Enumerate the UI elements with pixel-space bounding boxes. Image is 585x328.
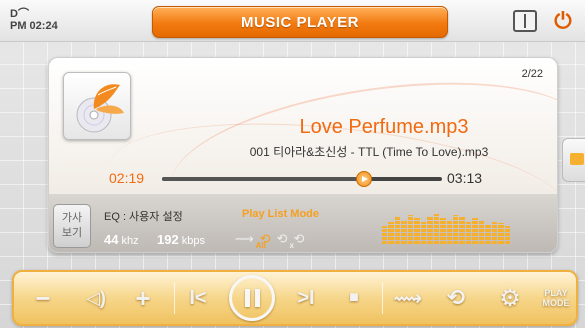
sample-rate-value: 44 bbox=[104, 232, 119, 247]
eq-bar bbox=[414, 218, 420, 244]
eq-bar bbox=[472, 218, 478, 244]
volume-icon[interactable]: ◁) bbox=[76, 272, 116, 324]
repeat-all-icon: All ⟲ bbox=[255, 231, 271, 250]
bitrate-unit: kbps bbox=[181, 235, 206, 247]
divider bbox=[174, 282, 175, 314]
alarm-icon: D⌒ bbox=[10, 8, 29, 20]
eq-bar bbox=[452, 215, 459, 244]
playlist-mode-icons: ⟿ All ⟲ ⟲ x ⟲ bbox=[235, 230, 305, 250]
sequential-button[interactable]: ⟿ bbox=[388, 272, 428, 324]
sample-rate-unit: khz bbox=[121, 235, 139, 247]
repeat-one-icon: ⟲ bbox=[276, 231, 288, 246]
total-time: 03:13 bbox=[447, 170, 483, 186]
eq-bar bbox=[420, 221, 427, 244]
status-bar: D⌒ PM 02:24 MUSIC PLAYER ⏻ bbox=[0, 0, 585, 42]
song-subtitle: 001 티아라&초신성 - TTL (Time To Love).mp3 bbox=[249, 145, 489, 159]
screen-mode-icon[interactable] bbox=[513, 10, 537, 32]
settings-gear-icon[interactable]: ⚙ bbox=[490, 272, 530, 324]
play-mode-button[interactable]: PLAY MODE bbox=[534, 272, 578, 324]
current-time: 02:19 bbox=[109, 170, 145, 186]
pause-button[interactable] bbox=[229, 275, 275, 321]
eq-bar bbox=[407, 215, 414, 244]
bitrate-value: 192 bbox=[157, 232, 179, 247]
lyrics-button[interactable]: 가사 보기 bbox=[53, 204, 91, 248]
eq-bar bbox=[388, 221, 394, 244]
progress-fill bbox=[162, 177, 364, 181]
eq-bar bbox=[459, 216, 465, 244]
eq-bar bbox=[427, 216, 433, 244]
repeat-all-label: All bbox=[255, 241, 266, 250]
eq-bar bbox=[382, 226, 388, 244]
next-button[interactable]: >I bbox=[286, 272, 326, 324]
eq-bar bbox=[504, 226, 511, 244]
side-tab[interactable] bbox=[562, 138, 585, 182]
progress-thumb[interactable] bbox=[355, 171, 372, 187]
stop-button[interactable]: ■ bbox=[336, 272, 372, 324]
playlist-mode-label: Play List Mode bbox=[242, 208, 320, 220]
eq-setting: EQ : 사용자 설정 bbox=[104, 211, 183, 223]
volume-up-button[interactable]: + bbox=[126, 272, 160, 324]
eq-bar bbox=[433, 213, 440, 244]
sample-rate: 44 khz bbox=[104, 232, 139, 247]
clock: PM 02:24 bbox=[10, 20, 58, 32]
eq-bar bbox=[491, 221, 498, 244]
eq-bar bbox=[394, 216, 401, 244]
progress-bar[interactable] bbox=[162, 171, 442, 187]
shuffle-label: x bbox=[289, 241, 294, 250]
track-index: 2/22 bbox=[521, 68, 543, 80]
power-icon[interactable]: ⏻ bbox=[550, 8, 576, 34]
sequential-mode-icon: ⟿ bbox=[235, 231, 254, 246]
eq-bar bbox=[465, 221, 472, 244]
repeat-button[interactable]: ⟲ bbox=[436, 272, 476, 324]
album-art bbox=[63, 72, 131, 140]
song-title: Love Perfume.mp3 bbox=[299, 116, 469, 138]
eq-bar bbox=[446, 220, 452, 244]
equalizer-visualizer bbox=[382, 212, 511, 244]
eq-bar bbox=[440, 218, 446, 244]
cd-butterfly-icon bbox=[76, 84, 124, 133]
lyrics-button-label: 가사 보기 bbox=[61, 212, 83, 239]
now-playing-card: 2/22 Love Perfume.mp3 001 티아라&초신성 - TTL … bbox=[48, 57, 558, 253]
previous-button[interactable]: I< bbox=[178, 272, 218, 324]
bitrate: 192 kbps bbox=[157, 232, 205, 247]
eq-bar bbox=[478, 220, 485, 244]
title-bar: MUSIC PLAYER bbox=[152, 6, 448, 38]
volume-down-button[interactable]: − bbox=[26, 272, 60, 324]
divider bbox=[382, 282, 383, 314]
page-title: MUSIC PLAYER bbox=[241, 14, 359, 31]
shuffle-mode-icon: x ⟲ bbox=[289, 231, 305, 250]
eq-bar bbox=[485, 224, 491, 244]
eq-bar bbox=[401, 220, 407, 244]
folder-icon bbox=[570, 153, 584, 165]
control-bar: − ◁) + I< >I ■ ⟿ ⟲ ⚙ PLAY MODE bbox=[12, 270, 578, 326]
eq-bar bbox=[498, 223, 504, 244]
